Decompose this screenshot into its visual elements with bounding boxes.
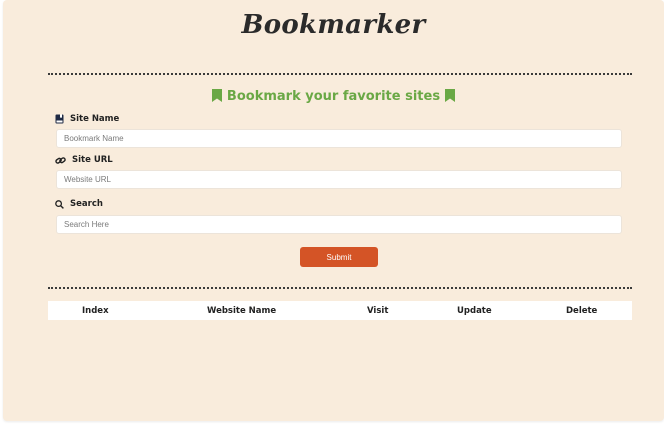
bottom-divider [48, 287, 632, 289]
search-label-text: Search [70, 199, 103, 209]
column-header-delete: Delete [566, 306, 598, 316]
submit-button[interactable]: Submit [300, 247, 378, 267]
search-input[interactable] [56, 215, 622, 234]
site-url-label: Site URL [55, 155, 113, 165]
top-divider [48, 73, 632, 75]
bookmarks-table-header: Index Website Name Visit Update Delete [48, 301, 632, 320]
site-name-input[interactable] [56, 129, 622, 148]
search-icon [55, 199, 64, 209]
site-url-input[interactable] [56, 170, 622, 189]
header: Bookmarker [3, 10, 664, 40]
column-header-website-name: Website Name [207, 306, 277, 316]
column-header-index: Index [82, 306, 109, 316]
bookmark-icon [212, 89, 223, 106]
tagline-text: Bookmark your favorite sites [226, 89, 441, 104]
app-logo: Bookmarker [236, 10, 432, 40]
site-name-label-text: Site Name [70, 114, 120, 124]
link-icon [55, 156, 66, 165]
column-header-update: Update [457, 306, 492, 316]
column-header-visit: Visit [367, 306, 389, 316]
bookmark-icon [444, 89, 455, 106]
app-page: Bookmarker Bookmark your favorite sites … [3, 0, 664, 421]
site-url-label-text: Site URL [72, 155, 113, 165]
bookmark-book-icon [55, 114, 64, 124]
app-logo-text: Bookmarker [241, 10, 426, 40]
site-name-label: Site Name [55, 114, 119, 124]
tagline: Bookmark your favorite sites [3, 89, 664, 106]
search-label: Search [55, 199, 103, 209]
